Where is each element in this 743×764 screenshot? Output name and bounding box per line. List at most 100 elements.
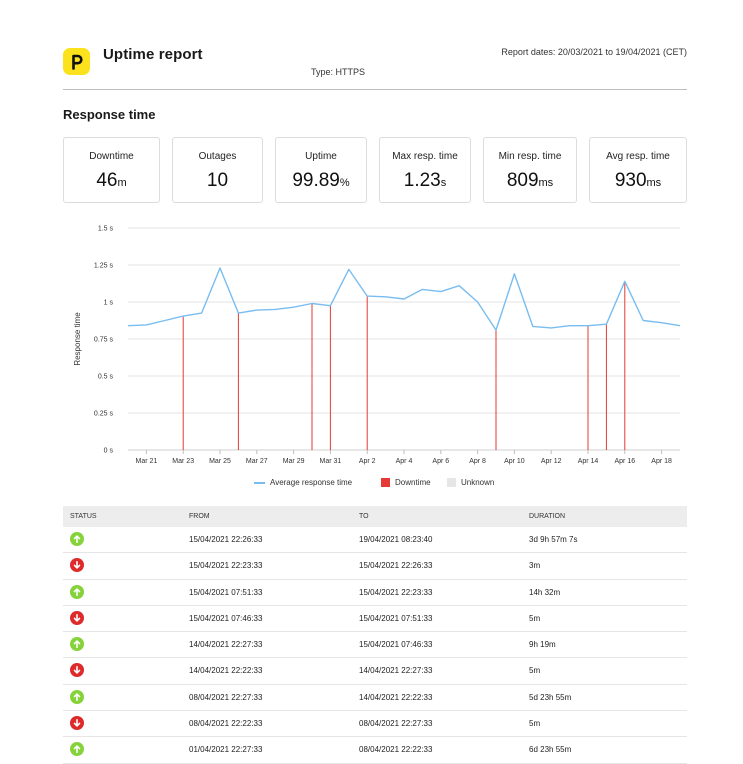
stat-number: 99.89 bbox=[292, 170, 340, 191]
y-tick-label: 1.25 s bbox=[94, 263, 114, 270]
legend-label: Downtime bbox=[395, 478, 431, 487]
stat-number: 809 bbox=[506, 170, 539, 191]
row-from: 08/04/2021 22:22:33 bbox=[189, 719, 263, 729]
row-duration: 5m bbox=[529, 719, 541, 729]
table-row: 01/04/2021 22:27:33 08/04/2021 22:22:33 6d… bbox=[63, 737, 687, 764]
column-header-duration: DURATION bbox=[529, 513, 566, 520]
stat-card-avg-resp: Avg resp. time 930ms bbox=[589, 137, 687, 203]
arrow-up-icon bbox=[70, 584, 84, 599]
stat-label: Outages bbox=[198, 151, 237, 162]
outage-table: STATUS FROM TO DURATION 15/04/2021 22:26… bbox=[63, 506, 687, 764]
stat-card-max-resp: Max resp. time 1.23s bbox=[379, 137, 471, 203]
x-tick-label: Mar 23 bbox=[172, 458, 194, 465]
legend-item-unknown: Unknown bbox=[447, 478, 494, 488]
row-to: 08/04/2021 22:22:33 bbox=[359, 745, 433, 755]
row-to: 15/04/2021 07:51:33 bbox=[359, 613, 433, 623]
table-row: 08/04/2021 22:22:33 08/04/2021 22:27:33 5m bbox=[63, 711, 687, 738]
table-body: 15/04/2021 22:26:33 19/04/2021 08:23:40 3d… bbox=[63, 527, 687, 764]
stat-unit: m bbox=[117, 177, 127, 189]
arrow-up-icon bbox=[70, 532, 84, 546]
y-tick-label: 0.25 s bbox=[94, 411, 114, 418]
table-row: 14/04/2021 22:27:33 15/04/2021 07:46:33 9h… bbox=[63, 632, 687, 659]
y-tick-label: 0.5 s bbox=[98, 374, 114, 381]
arrow-down-icon bbox=[70, 663, 84, 678]
x-tick-label: Mar 25 bbox=[209, 458, 231, 465]
row-duration: 5m bbox=[529, 613, 541, 623]
row-from: 01/04/2021 22:27:33 bbox=[189, 745, 263, 755]
x-tick-label: Mar 21 bbox=[136, 458, 158, 465]
row-from: 15/04/2021 22:26:33 bbox=[189, 535, 263, 544]
legend-line-swatch bbox=[254, 481, 265, 484]
arrow-down-icon bbox=[70, 558, 84, 573]
table-row: 15/04/2021 22:26:33 19/04/2021 08:23:40 3d… bbox=[63, 527, 687, 554]
row-to: 14/04/2021 22:22:33 bbox=[359, 692, 433, 702]
x-tick-label: Apr 18 bbox=[651, 458, 672, 465]
series-line-average-response-time bbox=[127, 267, 681, 331]
stat-value: 99.89% bbox=[276, 170, 366, 192]
legend-item-avg: Average response time bbox=[254, 478, 352, 487]
row-to: 19/04/2021 08:23:40 bbox=[359, 535, 433, 544]
arrow-up-icon bbox=[70, 637, 84, 652]
arrow-up-icon bbox=[70, 742, 84, 757]
report-header: Uptime report Type: HTTPS Report dates: … bbox=[63, 46, 687, 90]
column-header-from: FROM bbox=[189, 513, 210, 520]
row-to: 14/04/2021 22:27:33 bbox=[359, 666, 433, 676]
y-tick-label: 1 s bbox=[104, 300, 114, 307]
stat-value: 1.23s bbox=[380, 170, 470, 192]
stat-unit: ms bbox=[646, 177, 662, 189]
stat-unit: s bbox=[440, 177, 447, 189]
stat-label: Max resp. time bbox=[392, 151, 458, 162]
row-from: 15/04/2021 22:23:33 bbox=[189, 561, 263, 571]
row-duration: 5d 23h 55m bbox=[529, 692, 572, 702]
row-to: 08/04/2021 22:27:33 bbox=[359, 719, 433, 729]
row-from: 08/04/2021 22:27:33 bbox=[189, 692, 263, 702]
p-logo-icon bbox=[63, 48, 90, 75]
report-type: Type: HTTPS bbox=[311, 67, 366, 77]
stat-value: 809ms bbox=[484, 170, 576, 192]
legend-label: Average response time bbox=[270, 478, 353, 487]
report-dates: Report dates: 20/03/2021 to 19/04/2021 (… bbox=[501, 47, 687, 57]
column-header-to: TO bbox=[359, 513, 369, 520]
table-row: 08/04/2021 22:27:33 14/04/2021 22:22:33 5d… bbox=[63, 685, 687, 712]
row-duration: 14h 32m bbox=[529, 587, 561, 597]
stat-number: 46 bbox=[96, 170, 118, 191]
table-row: 15/04/2021 22:23:33 15/04/2021 22:26:33 3m bbox=[63, 553, 687, 580]
x-tick-label: Apr 10 bbox=[504, 458, 525, 465]
stat-card-uptime: Uptime 99.89% bbox=[275, 137, 367, 203]
x-tick-label: Apr 8 bbox=[469, 458, 486, 465]
arrow-down-icon bbox=[70, 610, 84, 625]
x-tick-label: Apr 4 bbox=[396, 458, 413, 465]
row-duration: 5m bbox=[529, 666, 541, 676]
row-to: 15/04/2021 22:23:33 bbox=[359, 587, 433, 597]
y-tick-label: 0.75 s bbox=[94, 337, 114, 344]
x-tick-label: Mar 27 bbox=[246, 458, 268, 465]
report-title: Uptime report bbox=[103, 46, 203, 63]
row-duration: 9h 19m bbox=[529, 640, 556, 650]
stat-label: Avg resp. time bbox=[606, 151, 670, 162]
stat-cards: Downtime 46m Outages 10 Uptime 99.89% Ma… bbox=[63, 137, 687, 203]
x-tick-label: Apr 16 bbox=[614, 458, 635, 465]
row-from: 15/04/2021 07:46:33 bbox=[189, 613, 263, 623]
row-to: 15/04/2021 22:26:33 bbox=[359, 561, 433, 571]
row-from: 14/04/2021 22:27:33 bbox=[189, 640, 263, 650]
stat-value: 10 bbox=[173, 170, 262, 192]
legend-box-swatch bbox=[381, 478, 390, 488]
y-tick-label: 1.5 s bbox=[98, 226, 114, 233]
x-tick-label: Apr 14 bbox=[578, 458, 599, 465]
stat-card-outages: Outages 10 bbox=[172, 137, 263, 203]
row-duration: 3m bbox=[529, 561, 541, 571]
legend-box-swatch bbox=[447, 478, 456, 488]
response-time-chart-svg: 0 s 0.25 s 0.5 s 0.75 s 1 s 1.25 s 1.5 s Mar 21… bbox=[73, 226, 681, 465]
row-to: 15/04/2021 07:46:33 bbox=[359, 640, 433, 650]
row-from: 14/04/2021 22:22:33 bbox=[189, 666, 263, 676]
stat-number: 930 bbox=[614, 170, 647, 191]
table-header: STATUS FROM TO DURATION bbox=[63, 506, 687, 527]
stat-unit: ms bbox=[538, 177, 554, 189]
arrow-up-icon bbox=[70, 689, 84, 704]
x-tick-label: Mar 31 bbox=[320, 458, 342, 465]
y-tick-label: 0 s bbox=[104, 448, 114, 455]
arrow-down-icon bbox=[70, 716, 84, 731]
x-tick-label: Mar 29 bbox=[283, 458, 305, 465]
column-header-status: STATUS bbox=[70, 513, 97, 520]
table-row: 14/04/2021 22:22:33 14/04/2021 22:27:33 5m bbox=[63, 658, 687, 685]
